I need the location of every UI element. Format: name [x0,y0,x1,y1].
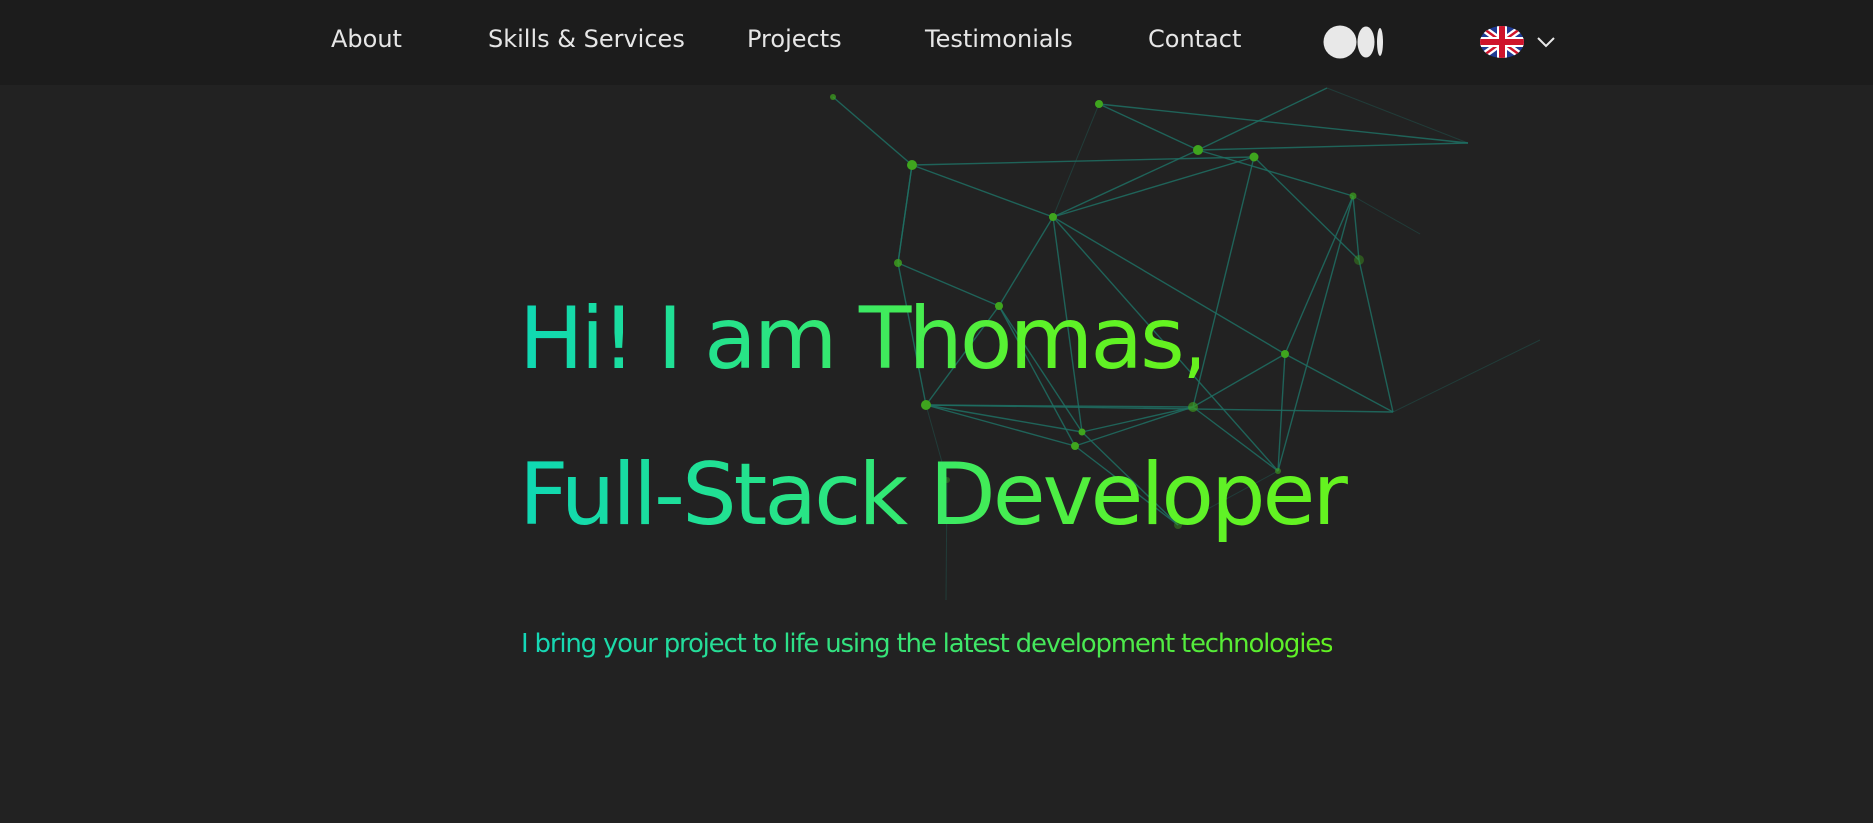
medium-logo-icon[interactable] [1323,25,1387,59]
hero-greeting: Hi! I am Thomas, [519,289,1209,389]
hero-section: Hi! I am Thomas, Full-Stack Developer I … [0,0,1873,823]
hero-role-title: Full-Stack Developer [519,445,1359,545]
nav-link-projects[interactable]: Projects [747,22,842,56]
top-navbar: About Skills & Services Projects Testimo… [0,0,1873,85]
uk-flag-icon [1480,26,1524,58]
nav-link-testimonials[interactable]: Testimonials [925,22,1073,56]
nav-link-contact[interactable]: Contact [1148,22,1241,56]
hero-tagline: I bring your project to life using the l… [521,624,1334,664]
language-switcher[interactable] [1478,24,1558,60]
nav-link-about[interactable]: About [331,22,402,56]
nav-link-skills-services[interactable]: Skills & Services [488,22,685,56]
chevron-down-icon [1537,37,1555,48]
